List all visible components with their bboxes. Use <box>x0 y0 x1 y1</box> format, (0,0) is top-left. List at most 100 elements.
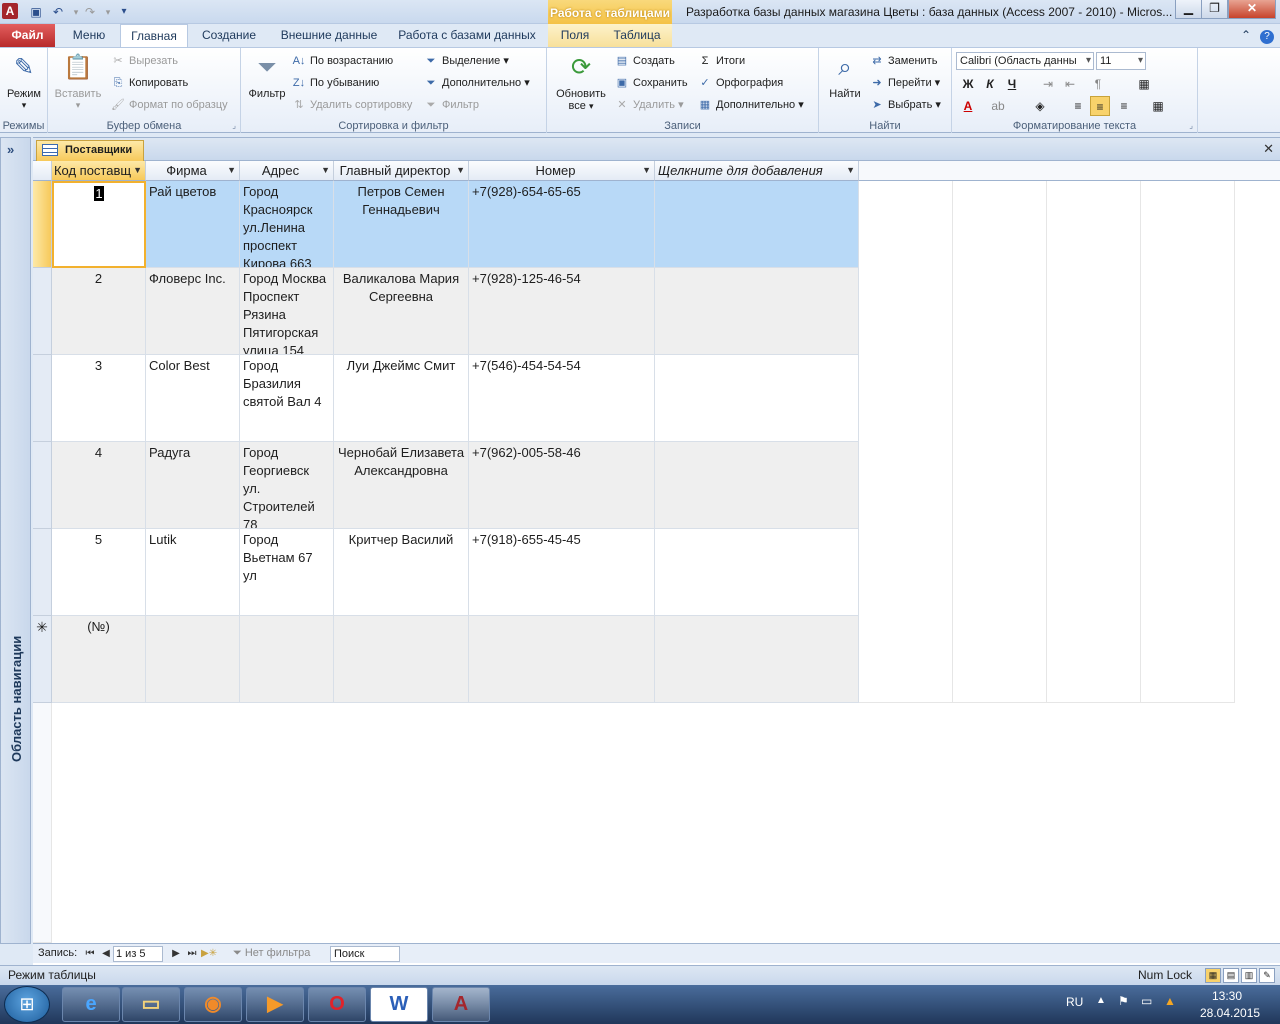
table-cell[interactable]: Город Вьетнам 67 ул <box>240 529 334 616</box>
dialog-launcher-icon[interactable]: ⌟ <box>232 121 236 130</box>
table-cell[interactable]: +7(928)-654-65-65 <box>469 181 655 268</box>
help-icon[interactable]: ? <box>1258 24 1276 47</box>
dialog-launcher-icon[interactable]: ⌟ <box>1189 121 1193 130</box>
table-cell[interactable] <box>469 616 655 703</box>
tab-external-data[interactable]: Внешние данные <box>270 24 388 47</box>
table-cell[interactable]: Город Красноярск ул.Ленина проспект Киро… <box>240 181 334 268</box>
nav-pane-toggle-icon[interactable]: » <box>7 142 14 157</box>
redo-icon[interactable]: ↷ <box>82 4 98 20</box>
action-center-icon[interactable]: ⚑ <box>1118 994 1129 1008</box>
gridlines-icon[interactable]: ▦ <box>1134 74 1154 94</box>
align-right-icon[interactable]: ≡ <box>1114 96 1134 116</box>
underline-button[interactable]: Ч <box>1002 74 1022 94</box>
cut-button[interactable]: ✂ Вырезать <box>110 51 178 71</box>
column-header-id[interactable]: Код поставщ ▼ <box>52 161 146 181</box>
tab-create[interactable]: Создание <box>190 24 268 47</box>
nav-pane-label[interactable]: Область навигации <box>9 636 24 762</box>
language-indicator[interactable]: RU <box>1066 995 1083 1009</box>
table-cell[interactable] <box>146 616 240 703</box>
italic-button[interactable]: К <box>980 74 1000 94</box>
minimize-button[interactable]: ▁ <box>1175 0 1202 19</box>
tab-home[interactable]: Главная <box>120 24 188 48</box>
table-cell[interactable]: +7(546)-454-54-54 <box>469 355 655 442</box>
filter-button[interactable]: ⏷ Фильтр <box>243 52 291 100</box>
close-button[interactable]: ✕ <box>1228 0 1276 19</box>
table-cell[interactable]: Фловерс Inc. <box>146 268 240 355</box>
fill-color-icon[interactable]: ◈ <box>1030 96 1050 116</box>
chevron-down-icon[interactable]: ▼ <box>227 161 236 180</box>
font-size-combo[interactable]: 11 <box>1096 52 1146 70</box>
table-cell[interactable] <box>655 355 859 442</box>
ie-icon[interactable]: e <box>62 987 120 1022</box>
record-position-input[interactable]: 1 из 5 <box>113 946 163 962</box>
table-cell[interactable]: Color Best <box>146 355 240 442</box>
table-cell[interactable]: Луи Джеймс Смит <box>334 355 469 442</box>
table-cell[interactable] <box>655 181 859 268</box>
replace-button[interactable]: ⇄ Заменить <box>869 51 937 71</box>
save-record-button[interactable]: ▣ Сохранить <box>614 73 688 93</box>
paste-button[interactable]: 📋 Вставить ▾ <box>54 52 102 111</box>
table-cell[interactable]: Город Георгиевск ул. Строителей 78 <box>240 442 334 529</box>
highlight-color-icon[interactable]: ab <box>988 96 1008 116</box>
new-record-button[interactable]: ▤ Создать <box>614 51 675 71</box>
indent-decrease-icon[interactable]: ⇤ <box>1060 74 1080 94</box>
table-cell[interactable] <box>655 529 859 616</box>
selection-button[interactable]: ⏷ Выделение ▾ <box>423 51 509 71</box>
doc-tab-suppliers[interactable]: Поставщики <box>36 140 144 161</box>
save-icon[interactable]: ▣ <box>28 4 44 20</box>
toggle-filter-button[interactable]: ⏷ Фильтр <box>423 95 479 115</box>
tray-app-icon[interactable]: ▲ <box>1164 994 1176 1008</box>
minimize-ribbon-icon[interactable]: ⌃ <box>1238 24 1254 47</box>
goto-button[interactable]: ➜ Перейти ▾ <box>869 73 940 93</box>
tab-menu[interactable]: Меню <box>58 24 120 47</box>
font-color-button[interactable]: A <box>958 96 978 116</box>
table-cell[interactable]: +7(928)-125-46-54 <box>469 268 655 355</box>
access-icon[interactable]: A <box>432 987 490 1022</box>
table-cell[interactable] <box>334 616 469 703</box>
row-selector[interactable] <box>33 355 52 442</box>
column-header-add-field[interactable]: Щелкните для добавления ▼ <box>655 161 859 181</box>
table-cell[interactable]: 3 <box>52 355 146 442</box>
pivot-table-view-icon[interactable]: ▤ <box>1223 968 1239 983</box>
font-name-combo[interactable]: Calibri (Область данны <box>956 52 1094 70</box>
table-cell[interactable]: 2 <box>52 268 146 355</box>
explorer-icon[interactable]: ▭ <box>122 987 180 1022</box>
media-player-icon[interactable]: ▶ <box>246 987 304 1022</box>
select-all-corner[interactable] <box>33 161 52 181</box>
row-selector[interactable] <box>33 181 52 268</box>
table-cell[interactable]: +7(962)-005-58-46 <box>469 442 655 529</box>
spelling-button[interactable]: ✓ Орфография <box>697 73 783 93</box>
pivot-chart-view-icon[interactable]: ▥ <box>1241 968 1257 983</box>
table-cell[interactable]: Рай цветов <box>146 181 240 268</box>
indent-increase-icon[interactable]: ⇥ <box>1038 74 1058 94</box>
word-icon[interactable]: W <box>370 987 428 1022</box>
advanced-filter-button[interactable]: ⏷ Дополнительно ▾ <box>423 73 530 93</box>
remove-sort-button[interactable]: ⇅ Удалить сортировку <box>291 95 412 115</box>
find-button[interactable]: ⌕ Найти <box>821 52 869 100</box>
clock-time[interactable]: 13:30 <box>1212 989 1242 1003</box>
clock-date[interactable]: 28.04.2015 <box>1200 1006 1260 1020</box>
close-document-icon[interactable]: ✕ <box>1263 141 1274 157</box>
undo-icon[interactable]: ↶ <box>50 4 66 20</box>
show-hidden-icons-icon[interactable]: ▲ <box>1096 995 1106 1006</box>
next-record-icon[interactable]: ▶ <box>169 944 183 963</box>
tab-fields[interactable]: Поля <box>548 24 602 47</box>
bold-button[interactable]: Ж <box>958 74 978 94</box>
copy-button[interactable]: ⎘ Копировать <box>110 73 189 93</box>
column-header-address[interactable]: Адрес ▼ <box>240 161 334 181</box>
prev-record-icon[interactable]: ◀ <box>99 944 113 963</box>
row-selector[interactable] <box>33 442 52 529</box>
customize-qat-icon[interactable]: ▾ <box>116 4 132 20</box>
table-cell[interactable]: 1 <box>52 181 146 268</box>
tab-table[interactable]: Таблица <box>602 24 672 47</box>
tab-file[interactable]: Файл <box>0 24 55 47</box>
first-record-icon[interactable]: ⏮ <box>83 944 97 963</box>
table-cell[interactable]: Город Москва Проспект Рязина Пятигорская… <box>240 268 334 355</box>
datasheet-view-icon[interactable]: ▦ <box>1205 968 1221 983</box>
chevron-down-icon[interactable]: ▼ <box>133 161 142 180</box>
table-cell[interactable]: Петров Семен Геннадьевич <box>334 181 469 268</box>
view-mode-button[interactable]: ✎ Режим ▾ <box>0 52 48 111</box>
table-cell[interactable]: Lutik <box>146 529 240 616</box>
column-header-firm[interactable]: Фирма ▼ <box>146 161 240 181</box>
row-selector[interactable] <box>33 268 52 355</box>
